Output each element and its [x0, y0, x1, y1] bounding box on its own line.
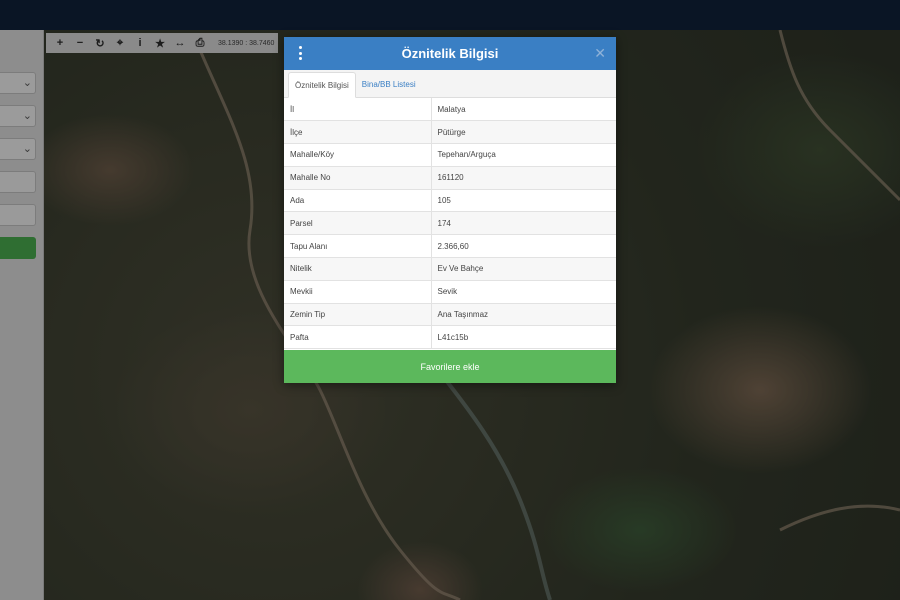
- attribute-value: L41c15b: [431, 325, 616, 350]
- attribute-key: Pafta: [284, 325, 432, 350]
- table-row: Parsel 174: [284, 211, 616, 236]
- chevron-down-icon: ⌄: [22, 143, 32, 155]
- attribute-value: 161120: [431, 166, 616, 190]
- attribute-key: Zemin Tip: [284, 303, 432, 327]
- attribute-key: İlçe: [284, 120, 432, 145]
- attribute-value: Pütürge: [431, 120, 616, 145]
- attribute-value: Tepehan/Arguça: [431, 143, 616, 167]
- attribute-table: İl Malatya İlçe Pütürge Mahalle/Köy Tepehan/A…: [284, 98, 616, 350]
- province-select[interactable]: ⌄: [0, 72, 36, 94]
- top-navbar: [0, 0, 900, 30]
- attribute-value: Malatya: [431, 98, 616, 122]
- attribute-key: Parsel: [284, 211, 432, 236]
- table-row: Nitelik Ev Ve Bahçe: [284, 257, 616, 281]
- measure-icon[interactable]: ↔: [170, 33, 190, 53]
- tab-attribute-info[interactable]: Öznitelik Bilgisi: [288, 72, 356, 98]
- attribute-key: Mevkii: [284, 280, 432, 304]
- attribute-value: 174: [431, 211, 616, 236]
- attribute-key: Mahalle No: [284, 166, 432, 190]
- crosshair-icon[interactable]: ⌖: [110, 33, 130, 53]
- attribute-key: İl: [284, 98, 432, 122]
- attribute-key: Nitelik: [284, 257, 432, 281]
- info-icon[interactable]: i: [130, 33, 150, 53]
- table-row: Tapu Alanı 2.366,60: [284, 234, 616, 259]
- menu-icon[interactable]: [294, 46, 306, 60]
- dialog-header: Öznitelik Bilgisi ✕: [284, 37, 616, 70]
- close-icon[interactable]: ✕: [594, 46, 606, 60]
- add-favorites-button[interactable]: Favorilere ekle: [284, 350, 616, 383]
- star-icon[interactable]: ★: [150, 33, 170, 53]
- attribute-value: 2.366,60: [431, 234, 616, 259]
- table-row: Pafta L41c15b: [284, 325, 616, 350]
- table-row: Mahalle No 161120: [284, 166, 616, 190]
- chevron-down-icon: ⌄: [22, 77, 32, 89]
- attribute-value: Sevik: [431, 280, 616, 304]
- minus-icon[interactable]: −: [70, 33, 90, 53]
- table-row: İlçe Pütürge: [284, 120, 616, 145]
- refresh-icon[interactable]: ↻: [90, 33, 110, 53]
- dialog-tabs: Öznitelik Bilgisi Bina/BB Listesi: [284, 70, 616, 98]
- attribute-value: Ev Ve Bahçe: [431, 257, 616, 281]
- query-button[interactable]: [0, 237, 36, 259]
- attribute-dialog: Öznitelik Bilgisi ✕ Öznitelik Bilgisi Bi…: [284, 37, 616, 383]
- dialog-title: Öznitelik Bilgisi: [401, 46, 499, 61]
- chevron-down-icon: ⌄: [22, 110, 32, 122]
- block-input[interactable]: [0, 171, 36, 193]
- tab-building-list[interactable]: Bina/BB Listesi: [356, 71, 422, 97]
- attribute-value: 105: [431, 189, 616, 213]
- table-row: Mahalle/Köy Tepehan/Arguça: [284, 143, 616, 167]
- plus-icon[interactable]: +: [50, 33, 70, 53]
- neighborhood-select[interactable]: ⌄: [0, 138, 36, 160]
- district-select[interactable]: ⌄: [0, 105, 36, 127]
- attribute-key: Ada: [284, 189, 432, 213]
- attribute-key: Mahalle/Köy: [284, 143, 432, 167]
- parcel-input[interactable]: [0, 204, 36, 226]
- coordinate-readout: 38.1390 : 38.7460: [218, 39, 275, 47]
- left-panel: ⌄ ⌄ ⌄: [0, 30, 44, 600]
- attribute-key: Tapu Alanı: [284, 234, 432, 259]
- table-row: İl Malatya: [284, 98, 616, 122]
- print-icon[interactable]: ⎙: [190, 33, 210, 53]
- table-row: Zemin Tip Ana Taşınmaz: [284, 303, 616, 327]
- attribute-value: Ana Taşınmaz: [431, 303, 616, 327]
- table-row: Mevkii Sevik: [284, 280, 616, 304]
- map-toolbar: + − ↻ ⌖ i ★ ↔ ⎙ 38.1390 : 38.7460: [46, 33, 279, 53]
- table-row: Ada 105: [284, 189, 616, 213]
